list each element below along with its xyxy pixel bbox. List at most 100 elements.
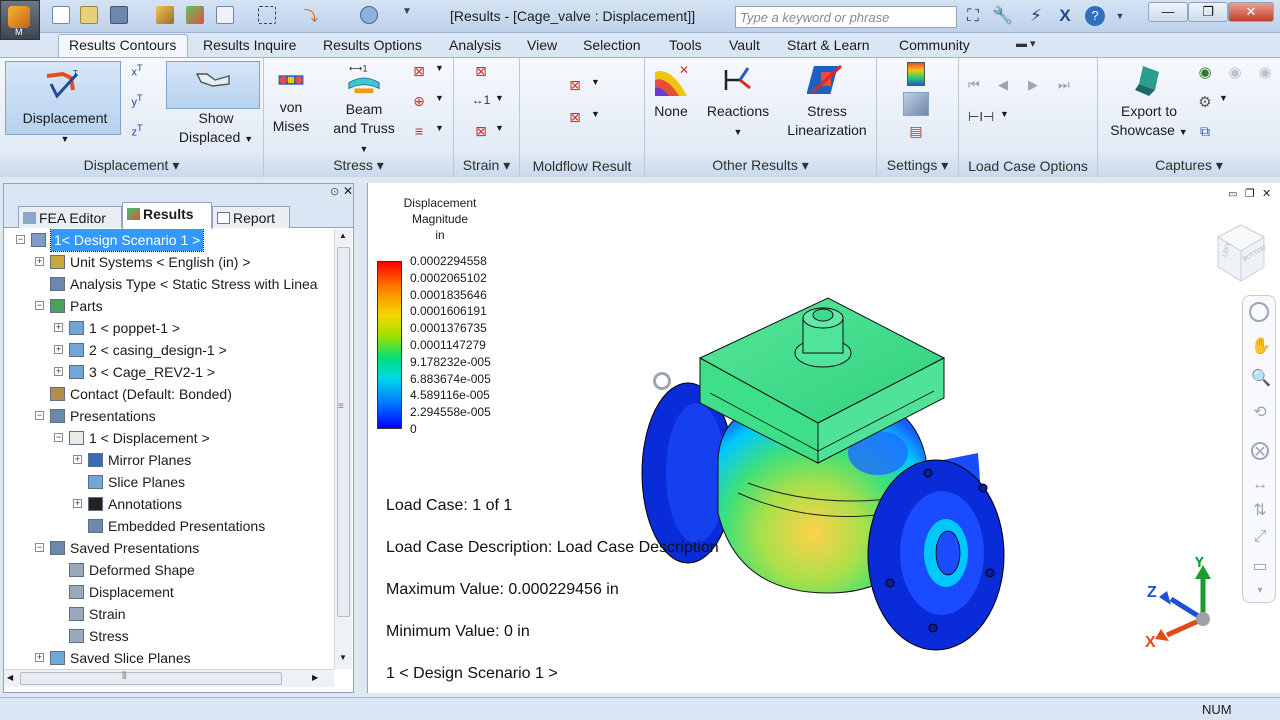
pointer-icon[interactable]: ⤵ [304, 6, 322, 24]
moldflow-strain-icon[interactable]: ⊠ [562, 108, 588, 132]
navbar-menu-icon[interactable]: ▾ [1251, 582, 1269, 600]
tree-item[interactable]: Contact (Default: Bonded) [4, 383, 334, 405]
stress-tensor-icon[interactable]: ⊠ [406, 62, 432, 86]
open-folder-icon[interactable] [80, 6, 98, 24]
group-captures-label[interactable]: Captures ▾ [1098, 157, 1280, 174]
group-settings-label[interactable]: Settings ▾ [877, 157, 958, 174]
export-showcase-button[interactable]: Export to Showcase ▼ [1104, 62, 1194, 142]
beam-truss-button[interactable]: ⟷1 Beam and Truss ▼ [328, 62, 400, 159]
collapse-icon[interactable]: − [16, 235, 25, 244]
tab-results-contours[interactable]: Results Contours [69, 37, 176, 53]
moldflow-dropdown-1[interactable]: ▼ [590, 76, 616, 100]
tree-item[interactable]: − 1< Design Scenario 1 > [4, 229, 334, 252]
x-logo-icon[interactable]: X [1055, 6, 1075, 26]
scroll-thumb[interactable] [337, 247, 350, 617]
tree-vertical-scrollbar[interactable]: ▲ ≡ ▼ [334, 229, 352, 669]
prev-case-icon[interactable]: ◀ [997, 76, 1023, 100]
next-case-icon[interactable]: ▶ [1027, 76, 1053, 100]
application-menu-button[interactable]: M [0, 0, 40, 40]
none-button[interactable]: ✕ None [647, 62, 695, 121]
search-input[interactable]: Type a keyword or phrase [735, 6, 957, 28]
collapse-icon[interactable]: − [35, 411, 44, 420]
orbit-icon[interactable] [360, 6, 378, 24]
expand-icon[interactable]: + [73, 499, 82, 508]
capture-image-icon[interactable]: ◉ [1192, 62, 1218, 86]
strain-shear-icon[interactable]: ⊠ [468, 122, 494, 146]
strain-dropdown-1[interactable]: ▼ [494, 92, 520, 116]
tab-analysis[interactable]: Analysis [449, 37, 501, 53]
hscroll-thumb[interactable] [20, 672, 282, 685]
tree-item[interactable]: +3 < Cage_REV2-1 > [4, 361, 334, 383]
tree-item[interactable]: +1 < poppet-1 > [4, 317, 334, 339]
strain-dropdown-2[interactable]: ▼ [494, 122, 520, 146]
scroll-up-icon[interactable]: ▲ [339, 231, 347, 240]
expand-icon[interactable]: + [73, 455, 82, 464]
tree-item[interactable]: +2 < casing_design-1 > [4, 339, 334, 361]
last-case-icon[interactable]: ⏭ [1057, 76, 1083, 100]
tab-results-options[interactable]: Results Options [323, 37, 422, 53]
tree-item[interactable]: Deformed Shape [4, 559, 334, 581]
tab-results[interactable]: Results [122, 202, 212, 229]
capture-video-icon[interactable]: ◉ [1222, 62, 1248, 86]
moldflow-dropdown-2[interactable]: ▼ [590, 108, 616, 132]
tree-item[interactable]: + Mirror Planes [4, 449, 334, 471]
tree-item[interactable]: Slice Planes [4, 471, 334, 493]
case-range-dropdown[interactable]: ▼ [999, 108, 1025, 132]
tree-item[interactable]: − 1 < Displacement > [4, 427, 334, 449]
viewport-min-icon[interactable]: ▭ [1228, 189, 1237, 200]
group-displacement-label[interactable]: Displacement ▾ [0, 157, 263, 174]
valve-model[interactable] [628, 283, 1048, 663]
export-image-icon[interactable]: ⧉ [1192, 122, 1218, 146]
tab-view[interactable]: View [527, 37, 557, 53]
zoom-icon[interactable]: 🔍 [1251, 370, 1271, 388]
viewport-restore-icon[interactable]: ❐ [1245, 187, 1255, 200]
expand-icon[interactable]: + [35, 257, 44, 266]
scroll-right-icon[interactable]: ▶ [312, 673, 318, 682]
help-icon[interactable]: ? [1085, 6, 1105, 26]
group-moldflow-label[interactable]: Moldflow Result [520, 158, 644, 174]
first-case-icon[interactable]: ⏮ [967, 76, 993, 100]
minimize-button[interactable]: — [1148, 2, 1188, 22]
capture-animate-icon[interactable]: ◉ [1252, 62, 1278, 86]
restore-button[interactable]: ❐ [1188, 2, 1228, 22]
viewport-close-icon[interactable]: ✕ [1262, 187, 1271, 200]
viewcube[interactable]: LEFT BOTTOM [1214, 223, 1268, 285]
collapse-icon[interactable]: − [35, 301, 44, 310]
tab-community[interactable]: Community [899, 37, 970, 53]
color-bar-icon[interactable] [907, 62, 925, 86]
panel-pin-icon[interactable]: ⊙ [330, 185, 339, 198]
tree-item[interactable]: Displacement [4, 581, 334, 603]
von-mises-button[interactable]: von Mises [268, 66, 314, 136]
save-icon[interactable] [110, 6, 128, 24]
smooth-shading-icon[interactable] [903, 92, 929, 116]
binoculars-icon[interactable]: ⛶ [963, 6, 983, 26]
scroll-down-icon[interactable]: ▼ [339, 653, 347, 662]
select-box-icon[interactable] [258, 6, 276, 24]
collapse-icon[interactable]: − [35, 543, 44, 552]
tree-item[interactable]: + Annotations [4, 493, 334, 515]
color-cube-icon[interactable] [186, 6, 204, 24]
collapse-icon[interactable]: − [54, 433, 63, 442]
x-displacement-icon[interactable]: xT [124, 62, 150, 86]
tab-start-learn[interactable]: Start & Learn [787, 37, 870, 53]
wrench-icon[interactable]: 🔧 [992, 6, 1013, 26]
tree-item[interactable]: − Presentations [4, 405, 334, 427]
zoom-all-icon[interactable]: ↔ [1251, 476, 1269, 494]
stress-linearization-button[interactable]: Stress Linearization [781, 62, 873, 140]
moldflow-stress-icon[interactable]: ⊠ [562, 76, 588, 100]
tree-item[interactable]: Stress [4, 625, 334, 647]
tree-item[interactable]: Strain [4, 603, 334, 625]
pan-icon[interactable]: ✋ [1251, 338, 1271, 356]
sheet-icon[interactable] [216, 6, 234, 24]
show-displaced-button[interactable] [166, 61, 260, 109]
steering-wheel-icon[interactable] [1249, 302, 1269, 322]
displacement-label[interactable]: Displacement ▼ [5, 109, 125, 149]
help-dropdown-icon[interactable]: ▼ [1110, 6, 1130, 26]
camera-dropdown[interactable]: ▼ [1218, 92, 1244, 116]
z-displacement-icon[interactable]: zT [124, 122, 150, 146]
satellite-icon[interactable]: ⚡ [1026, 6, 1046, 26]
look-at-icon[interactable]: ✕ [1251, 442, 1269, 461]
tree-item[interactable]: Embedded Presentations [4, 515, 334, 537]
close-button[interactable]: ✕ [1228, 2, 1274, 22]
group-strain-label[interactable]: Strain ▾ [454, 157, 519, 174]
